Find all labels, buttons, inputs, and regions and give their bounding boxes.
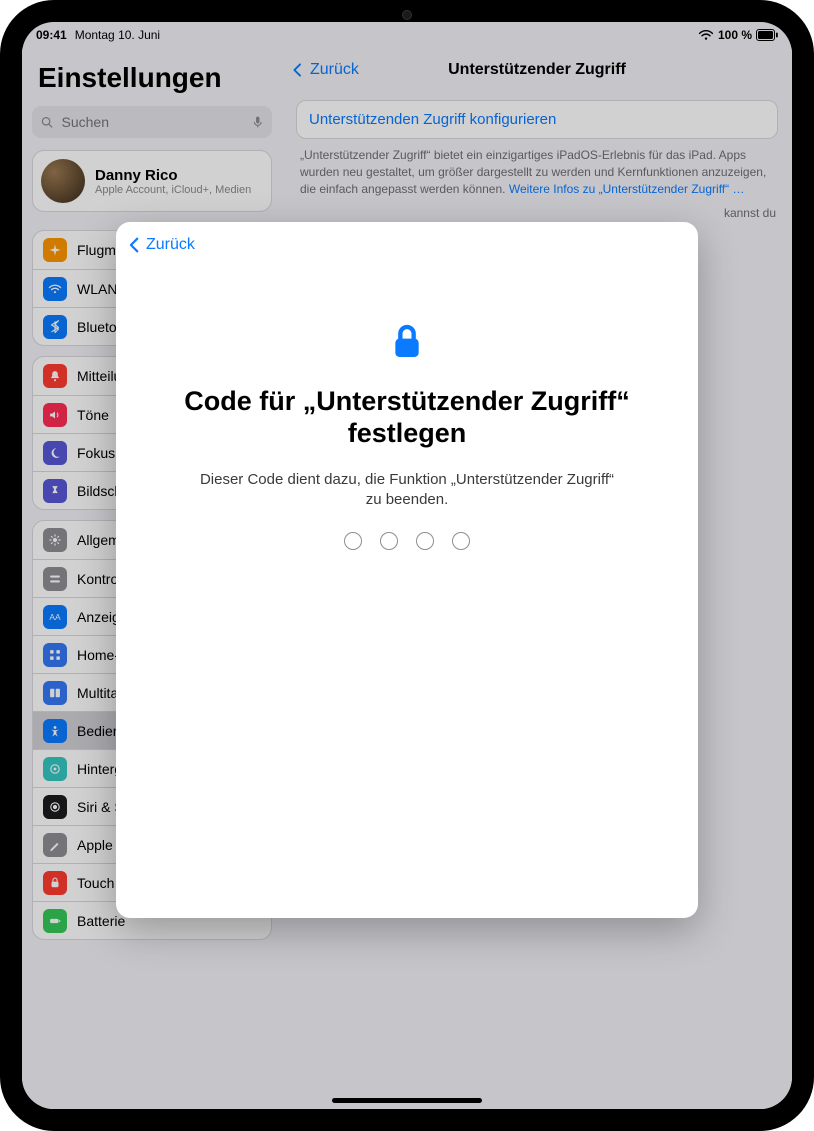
modal-subtitle: Dieser Code dient dazu, die Funktion „Un… — [197, 470, 617, 511]
passcode-modal: Zurück Code für „Unterstützender Zugriff… — [116, 222, 698, 918]
modal-title: Code für „Unterstützender Zugriff“ festl… — [152, 385, 662, 450]
home-indicator[interactable] — [332, 1098, 482, 1103]
passcode-dots — [344, 532, 470, 550]
passcode-dot — [416, 532, 434, 550]
modal-back-button[interactable]: Zurück — [126, 236, 195, 254]
chevron-left-icon — [126, 236, 144, 254]
lock-icon — [387, 322, 427, 367]
passcode-dot — [380, 532, 398, 550]
passcode-dot — [344, 532, 362, 550]
passcode-dot — [452, 532, 470, 550]
